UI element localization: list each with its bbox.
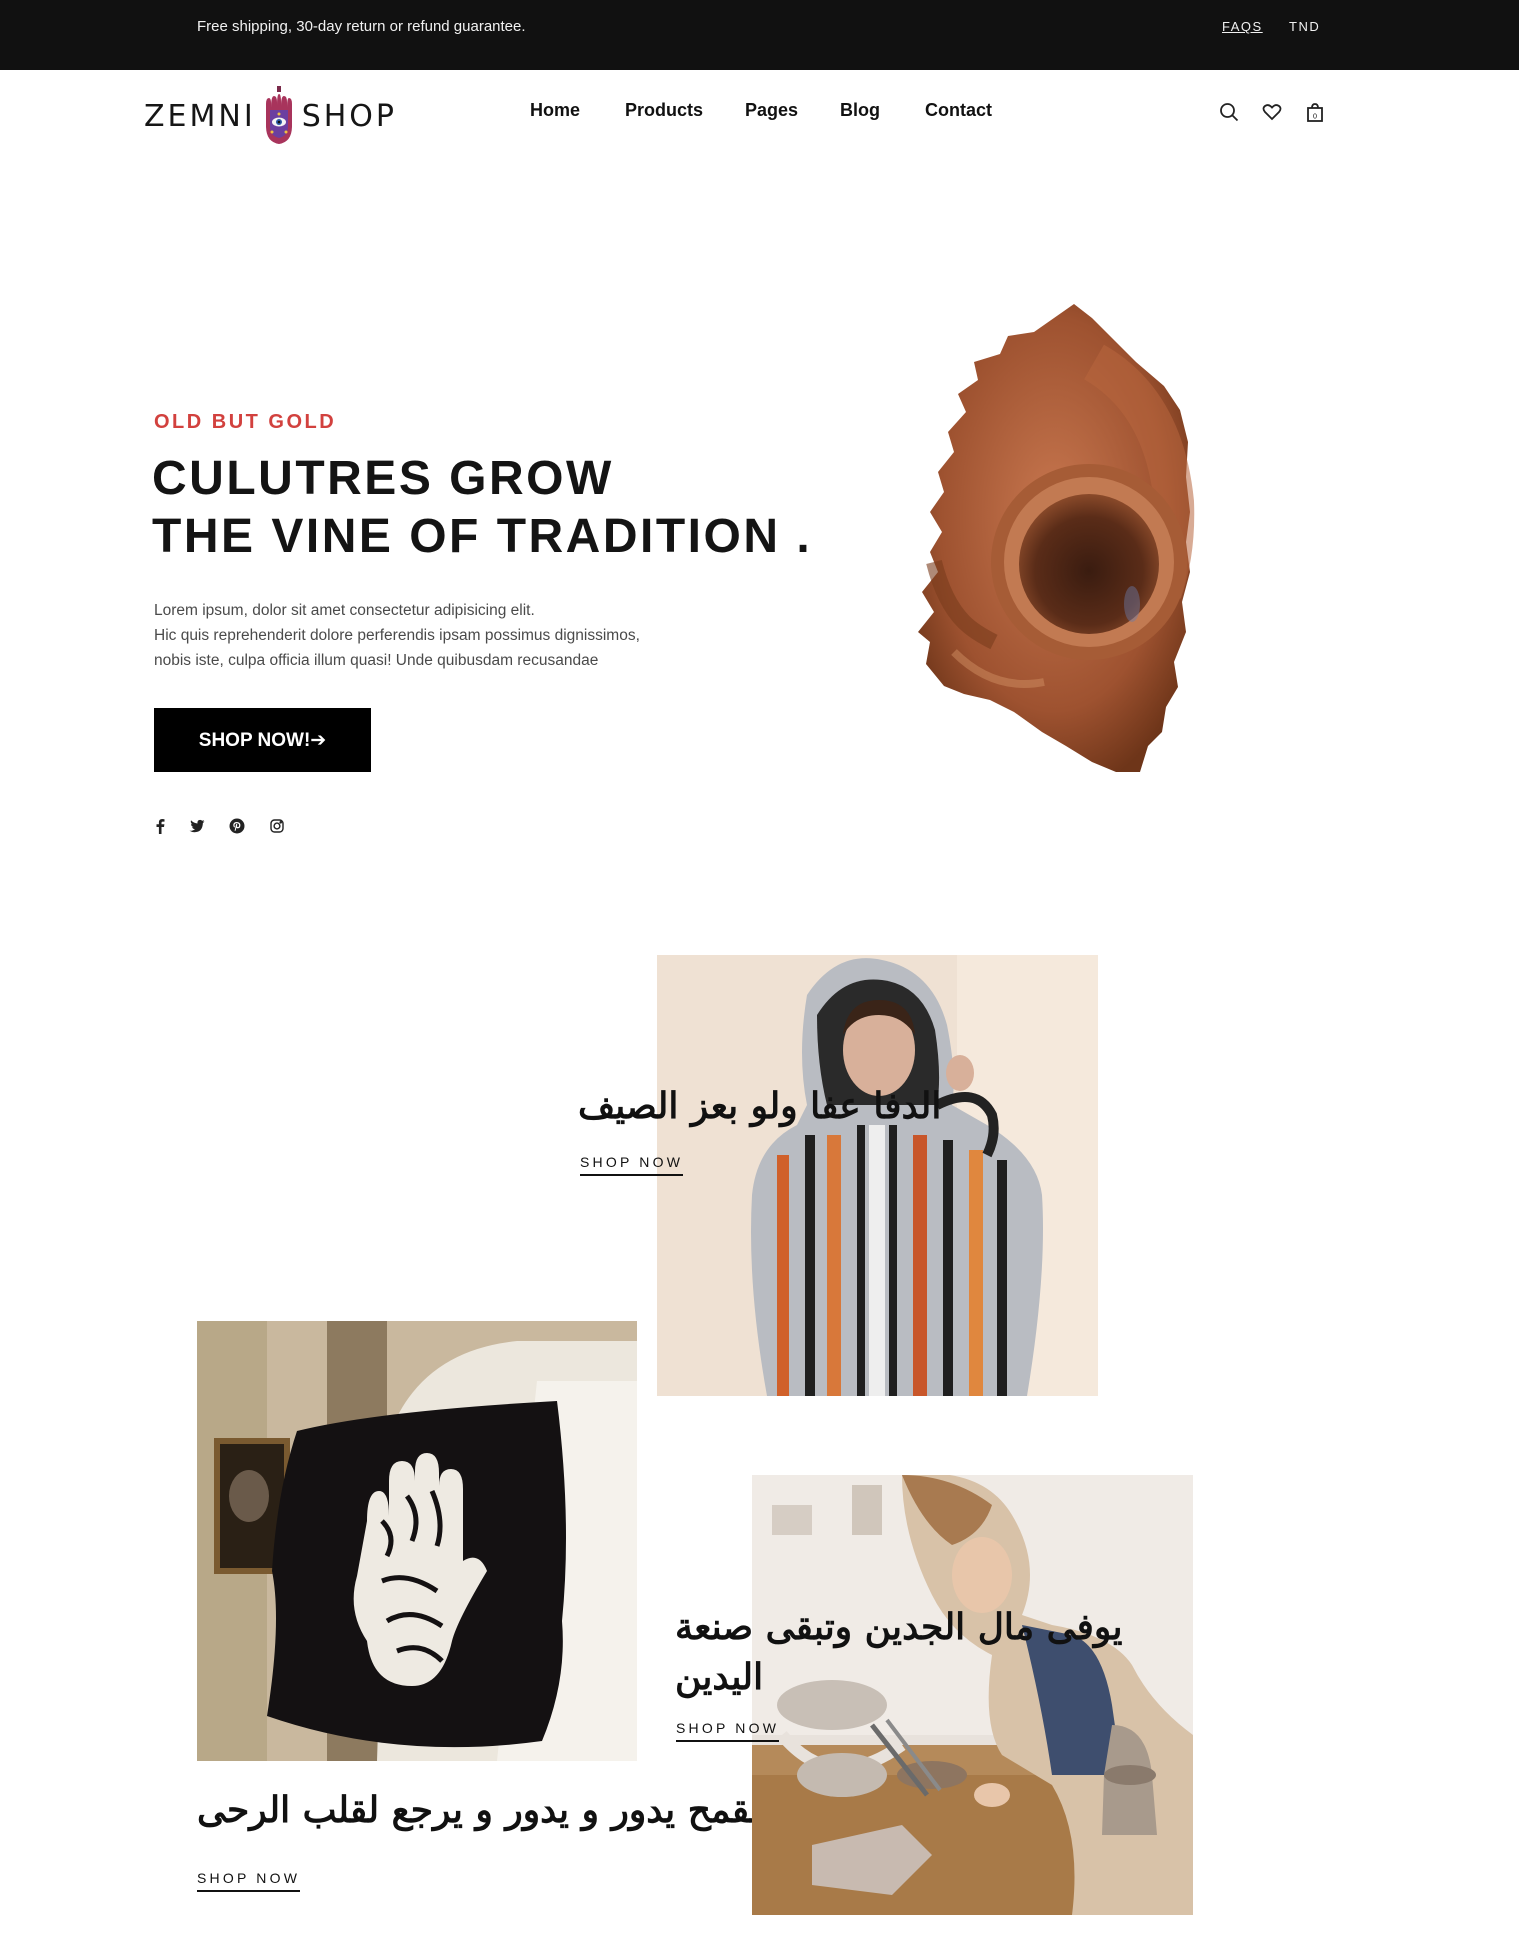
instagram-icon[interactable] bbox=[269, 818, 285, 834]
collection-title-3-line-1: يوفى مال الجدين وتبقى صنعة bbox=[675, 1606, 1123, 1648]
nav-home[interactable]: Home bbox=[530, 100, 580, 121]
pottery-workshop-image bbox=[752, 1475, 1193, 1915]
logo-text-left: ZEMNI bbox=[144, 98, 256, 134]
nav-products[interactable]: Products bbox=[625, 100, 703, 121]
collection-photo-cushion[interactable] bbox=[197, 1321, 637, 1761]
nav-contact[interactable]: Contact bbox=[925, 100, 992, 121]
twitter-icon[interactable] bbox=[189, 818, 205, 834]
svg-text:0: 0 bbox=[1313, 113, 1317, 121]
shop-now-button[interactable]: SHOP NOW!➔ bbox=[154, 708, 371, 772]
kachabia-image bbox=[657, 955, 1098, 1396]
faqs-link[interactable]: FAQS bbox=[1222, 19, 1263, 34]
announcement-bar: Free shipping, 30-day return or refund g… bbox=[0, 0, 1519, 70]
hero-title-line-1: CULUTRES GROW bbox=[152, 452, 614, 505]
collection-photo-kachabia[interactable] bbox=[657, 955, 1098, 1396]
hero-pottery-image bbox=[918, 304, 1195, 772]
facebook-icon[interactable] bbox=[152, 818, 168, 834]
logo-text-right: SHOP bbox=[301, 98, 397, 134]
hero-description-line-3: nobis iste, culpa officia illum quasi! U… bbox=[154, 652, 599, 669]
hero-description-line-2: Hic quis reprehenderit dolore perferendi… bbox=[154, 627, 640, 644]
currency-selector[interactable]: TND bbox=[1289, 19, 1320, 34]
nav-blog[interactable]: Blog bbox=[840, 100, 880, 121]
shipping-message: Free shipping, 30-day return or refund g… bbox=[197, 18, 526, 35]
hero-description-line-1: Lorem ipsum, dolor sit amet consectetur … bbox=[154, 602, 535, 619]
search-icon[interactable] bbox=[1218, 101, 1240, 123]
collection-3-shop-now[interactable]: SHOP NOW bbox=[676, 1720, 780, 1742]
hero-title: CULUTRES GROW THE VINE OF TRADITION . bbox=[152, 450, 852, 566]
hero-title-line-2: THE VINE OF TRADITION . bbox=[152, 510, 813, 563]
collection-photo-pottery[interactable] bbox=[752, 1475, 1193, 1915]
shopping-bag-icon[interactable]: 0 bbox=[1304, 101, 1326, 123]
hero-eyebrow: OLD BUT GOLD bbox=[154, 411, 337, 433]
collection-2-shop-now[interactable]: SHOP NOW bbox=[197, 1870, 301, 1892]
collection-title-2: القمح يدور و يدور و يرجع لقلب الرحى bbox=[197, 1789, 771, 1831]
collection-1-shop-now[interactable]: SHOP NOW bbox=[580, 1154, 684, 1176]
site-logo[interactable]: ZEMNI SHOP bbox=[144, 84, 429, 148]
nav-pages[interactable]: Pages bbox=[745, 100, 798, 121]
cushion-image bbox=[197, 1321, 637, 1761]
hero-description: Lorem ipsum, dolor sit amet consectetur … bbox=[154, 598, 714, 673]
pinterest-icon[interactable] bbox=[229, 818, 245, 834]
collection-title-3-line-2: اليدين bbox=[675, 1656, 764, 1698]
hamsa-logo-icon bbox=[265, 86, 292, 144]
heart-icon[interactable] bbox=[1261, 101, 1283, 123]
collection-title-1: الدفا عفا ولو بعز الصيف bbox=[578, 1085, 942, 1127]
